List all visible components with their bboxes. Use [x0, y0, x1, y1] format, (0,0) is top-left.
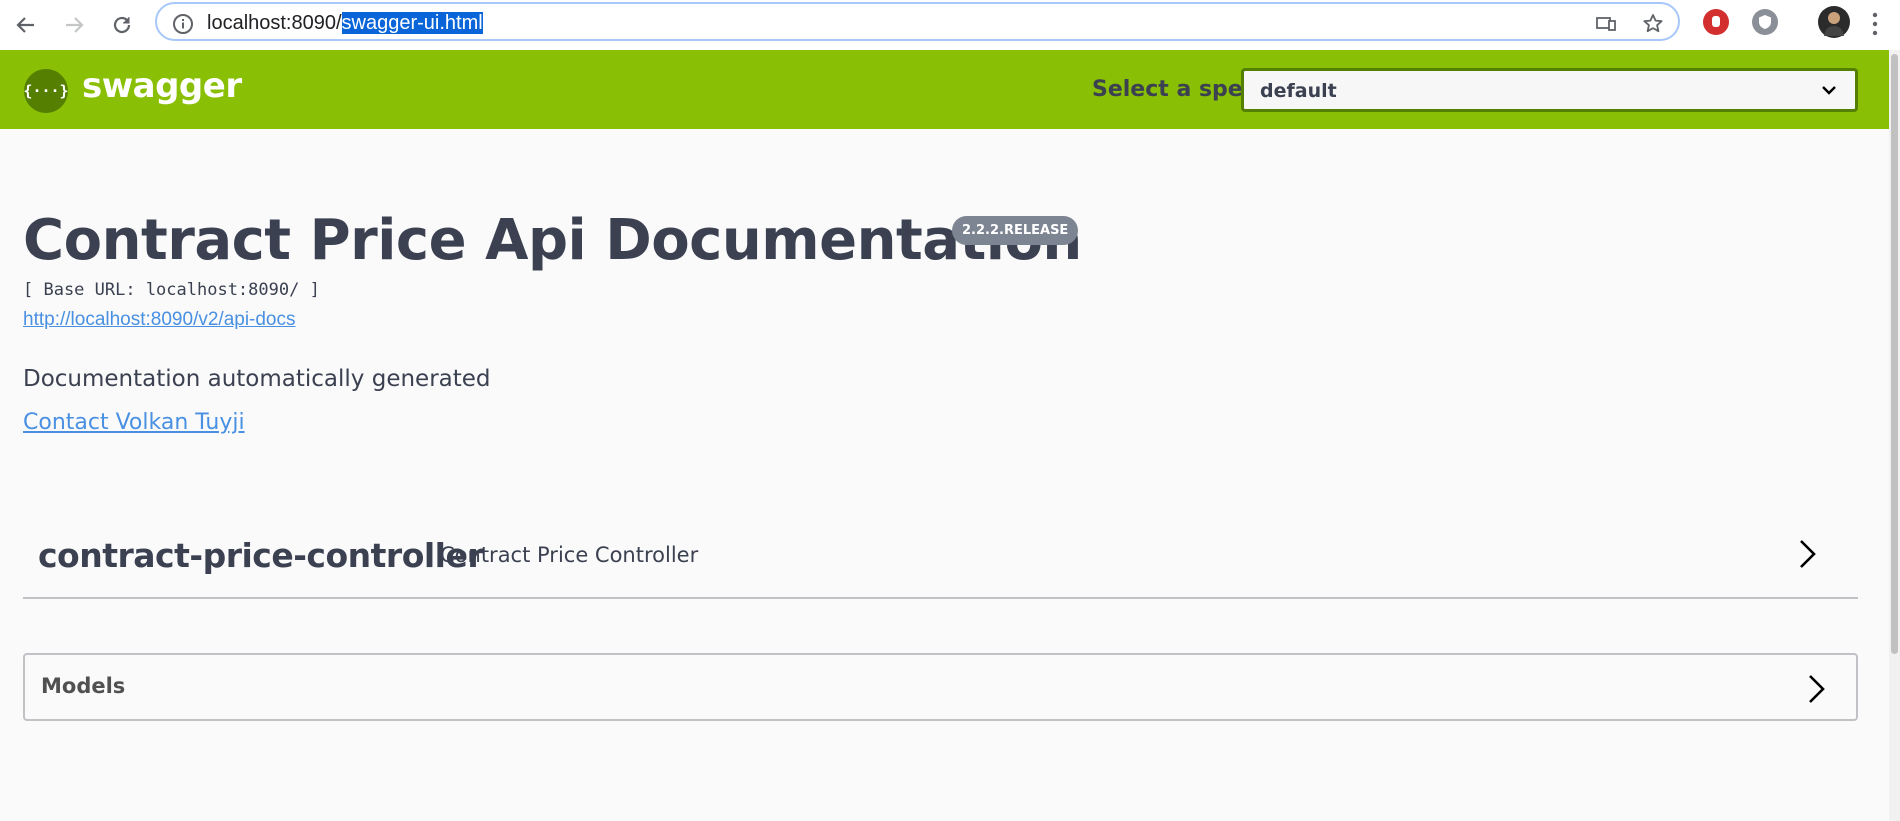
forward-button[interactable] [56, 7, 92, 43]
contact-link[interactable]: Contact Volkan Tuyji [23, 410, 245, 435]
url-text[interactable]: localhost:8090/swagger-ui.html [207, 12, 483, 35]
swagger-topbar: {···} swagger Select a spec default [0, 50, 1889, 129]
swagger-logo-icon[interactable]: {···} [23, 69, 69, 113]
chevron-right-icon[interactable] [1793, 536, 1821, 572]
spec-selected-value: default [1260, 80, 1337, 102]
info-icon[interactable] [171, 12, 195, 36]
shield-extension-icon[interactable] [1752, 9, 1778, 35]
api-docs-link[interactable]: http://localhost:8090/v2/api-docs [23, 309, 296, 331]
profile-avatar[interactable] [1818, 6, 1850, 38]
reload-button[interactable] [104, 7, 140, 43]
scrollbar-thumb[interactable] [1891, 54, 1898, 654]
page-title: Contract Price Api Documentation [23, 208, 1082, 273]
reload-icon [113, 16, 131, 34]
back-button[interactable] [8, 7, 44, 43]
browser-menu-button[interactable] [1872, 11, 1878, 37]
tag-section-contract-price-controller[interactable]: contract-price-controller Contract Price… [23, 520, 1858, 599]
base-url: [ Base URL: localhost:8090/ ] [23, 280, 320, 300]
hand-icon [1712, 16, 1720, 27]
spec-select-label: Select a spec [1092, 77, 1256, 102]
adblock-extension-icon[interactable] [1703, 9, 1729, 35]
browser-toolbar: localhost:8090/swagger-ui.html [0, 0, 1900, 50]
page-scrollbar[interactable] [1889, 50, 1900, 821]
chevron-down-icon [1822, 86, 1836, 95]
spec-select-dropdown[interactable]: default [1241, 68, 1858, 112]
back-arrow-icon [16, 17, 34, 33]
tag-description: Contract Price Controller [440, 543, 699, 567]
models-title[interactable]: Models [41, 674, 125, 698]
forward-arrow-icon [66, 17, 84, 33]
shield-icon [1759, 15, 1771, 29]
models-section[interactable]: Models [23, 653, 1858, 721]
chevron-right-icon[interactable] [1802, 671, 1830, 707]
avatar-icon [1824, 12, 1844, 36]
kebab-menu-icon [1872, 12, 1878, 36]
bookmark-star-icon[interactable] [1641, 12, 1665, 36]
version-badge: 2.2.2.RELEASE [952, 216, 1079, 245]
api-description: Documentation automatically generated [23, 366, 491, 392]
url-path-selected: swagger-ui.html [341, 12, 483, 34]
tag-name[interactable]: contract-price-controller [38, 536, 484, 575]
cast-icon[interactable] [1594, 12, 1618, 36]
url-host: localhost:8090/ [207, 12, 342, 34]
swagger-logo-text[interactable]: swagger [82, 66, 242, 106]
address-bar[interactable]: localhost:8090/swagger-ui.html [155, 2, 1680, 41]
